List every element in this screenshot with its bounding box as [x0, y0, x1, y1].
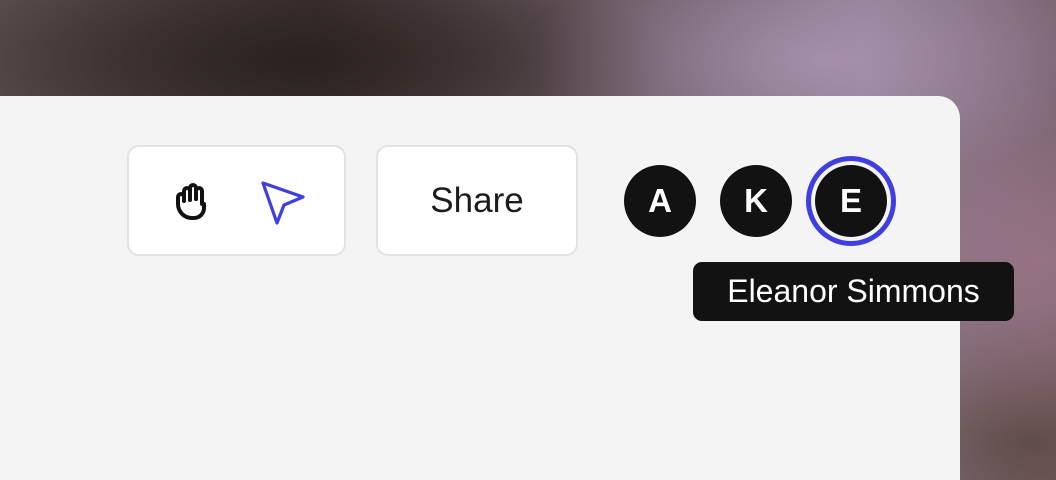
- tool-selector: [127, 145, 346, 256]
- avatar[interactable]: K: [720, 165, 792, 237]
- hand-icon: [176, 183, 206, 220]
- select-tool-button[interactable]: [258, 177, 308, 227]
- desktop-background: Share A K E Eleanor Simmons: [0, 0, 1056, 480]
- select-cursor-icon: [261, 181, 305, 225]
- collaborator-tooltip: Eleanor Simmons: [693, 262, 1014, 321]
- share-button[interactable]: Share: [376, 145, 578, 256]
- hand-tool-button[interactable]: [167, 177, 217, 227]
- avatar[interactable]: A: [624, 165, 696, 237]
- avatar-active[interactable]: E: [815, 165, 887, 237]
